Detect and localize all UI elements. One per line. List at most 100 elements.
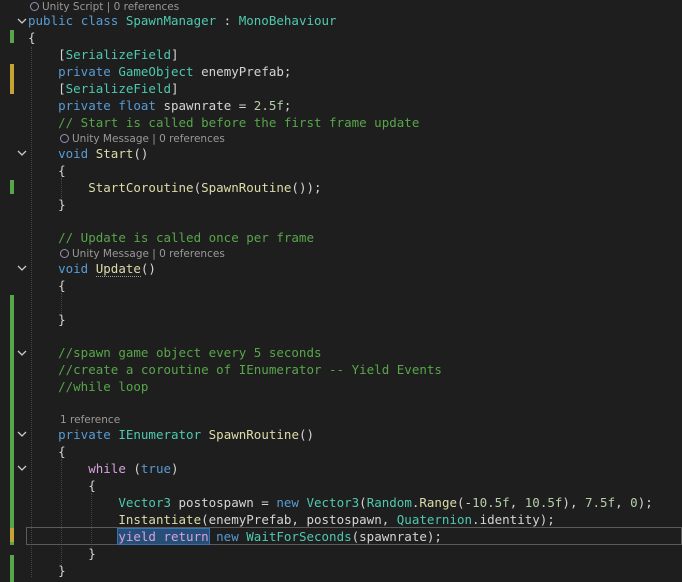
code-token: { bbox=[28, 30, 36, 45]
code-token: yield return bbox=[117, 528, 210, 545]
code-token: private bbox=[58, 64, 119, 79]
code-token: (- bbox=[457, 495, 473, 510]
code-token: void bbox=[58, 261, 96, 276]
code-token: SpawnRoutine bbox=[208, 427, 299, 442]
code-token: SerializeField bbox=[65, 47, 171, 62]
code-token: ( bbox=[193, 180, 202, 195]
code-line[interactable]: void Update() bbox=[0, 260, 682, 277]
code-line[interactable]: } bbox=[0, 196, 682, 213]
code-token: ), bbox=[562, 495, 585, 510]
code-token: ); bbox=[637, 495, 653, 510]
code-token: (enemyPrefab, postospawn, bbox=[201, 512, 397, 527]
code-token: } bbox=[28, 197, 66, 212]
code-line[interactable]: //while loop bbox=[0, 378, 682, 395]
code-line[interactable]: private float spawnrate = 2.5f; bbox=[0, 97, 682, 114]
code-line[interactable]: [SerializeField] bbox=[0, 46, 682, 63]
code-token: Instantiate bbox=[118, 512, 202, 527]
code-line[interactable]: void Start() bbox=[0, 145, 682, 162]
code-token: Quaternion bbox=[396, 512, 473, 527]
code-line[interactable]: //spawn game object every 5 seconds bbox=[0, 344, 682, 361]
code-token: postospawn = bbox=[171, 495, 277, 510]
code-token: { bbox=[28, 444, 66, 459]
code-token: } bbox=[28, 563, 66, 578]
code-token: .identity); bbox=[472, 512, 555, 527]
code-token: Vector3 bbox=[118, 495, 171, 510]
unity-icon bbox=[60, 249, 69, 258]
code-line[interactable]: while (true) bbox=[0, 460, 682, 477]
code-token: StartCoroutine bbox=[88, 180, 194, 195]
code-token: float bbox=[118, 98, 164, 113]
code-token: void bbox=[58, 146, 96, 161]
code-token: spawnrate = bbox=[163, 98, 254, 113]
code-line[interactable]: public class SpawnManager : MonoBehaviou… bbox=[0, 12, 682, 29]
code-line[interactable]: { bbox=[0, 443, 682, 460]
code-token: //spawn game object every 5 seconds bbox=[58, 345, 322, 360]
code-token: new bbox=[276, 495, 307, 510]
code-line[interactable]: //create a coroutine of IEnumerator -- Y… bbox=[0, 361, 682, 378]
code-line[interactable]: private IEnumerator SpawnRoutine() bbox=[0, 426, 682, 443]
code-lens-text: Unity Message | 0 references bbox=[72, 133, 225, 145]
code-line[interactable]: { bbox=[0, 29, 682, 46]
code-line[interactable]: private GameObject enemyPrefab; bbox=[0, 63, 682, 80]
code-line[interactable]: yield return new WaitForSeconds(spawnrat… bbox=[0, 528, 682, 545]
code-token: { bbox=[28, 278, 66, 293]
code-line[interactable]: } bbox=[0, 562, 682, 579]
code-line[interactable]: { bbox=[0, 477, 682, 494]
code-token: , bbox=[615, 495, 631, 510]
code-token: SpawnManager bbox=[125, 13, 217, 28]
code-line[interactable] bbox=[0, 294, 682, 311]
code-token: { bbox=[28, 163, 66, 178]
code-token: ] bbox=[171, 47, 179, 62]
code-token: GameObject bbox=[118, 64, 194, 79]
code-token: MonoBehaviour bbox=[238, 13, 337, 28]
code-line[interactable]: { bbox=[0, 277, 682, 294]
code-token: ()); bbox=[291, 180, 322, 195]
code-token: SerializeField bbox=[65, 81, 171, 96]
code-line[interactable]: Vector3 postospawn = new Vector3(Random.… bbox=[0, 494, 682, 511]
code-token: } bbox=[28, 312, 66, 327]
code-token: new bbox=[216, 529, 247, 544]
code-editor[interactable]: Unity Script | 0 references Unity Messag… bbox=[0, 0, 682, 582]
code-token: ; bbox=[283, 98, 292, 113]
code-line[interactable] bbox=[0, 213, 682, 230]
code-token: public bbox=[28, 13, 81, 28]
code-line[interactable]: StartCoroutine(SpawnRoutine()); bbox=[0, 179, 682, 196]
code-token: [ bbox=[58, 81, 66, 96]
code-line[interactable]: // Start is called before the first fram… bbox=[0, 114, 682, 131]
code-line[interactable]: // Update is called once per frame bbox=[0, 229, 682, 246]
code-token: } bbox=[28, 546, 96, 561]
code-token: 10.5f bbox=[472, 495, 510, 510]
code-token: () bbox=[298, 427, 315, 442]
code-line[interactable] bbox=[0, 395, 682, 412]
unity-icon bbox=[60, 134, 69, 143]
code-token: 0 bbox=[630, 495, 638, 510]
code-token: (spawnrate); bbox=[351, 529, 442, 544]
code-line[interactable] bbox=[0, 328, 682, 345]
code-token: Random bbox=[366, 495, 412, 510]
code-token: Vector3 bbox=[306, 495, 360, 510]
code-line[interactable]: } bbox=[0, 311, 682, 328]
code-token: // Update is called once per frame bbox=[58, 230, 314, 245]
code-token: 2.5f bbox=[253, 98, 284, 113]
code-token: ( bbox=[133, 461, 141, 476]
code-lens-text: 1 reference bbox=[60, 414, 121, 426]
code-line[interactable]: } bbox=[0, 545, 682, 562]
code-token: Range bbox=[419, 495, 458, 510]
code-token: ] bbox=[171, 81, 179, 96]
code-token: ( bbox=[359, 495, 367, 510]
code-line[interactable]: [SerializeField] bbox=[0, 80, 682, 97]
code-line[interactable]: Instantiate(enemyPrefab, postospawn, Qua… bbox=[0, 511, 682, 528]
code-token: Start bbox=[95, 146, 134, 161]
code-line[interactable]: { bbox=[0, 162, 682, 179]
